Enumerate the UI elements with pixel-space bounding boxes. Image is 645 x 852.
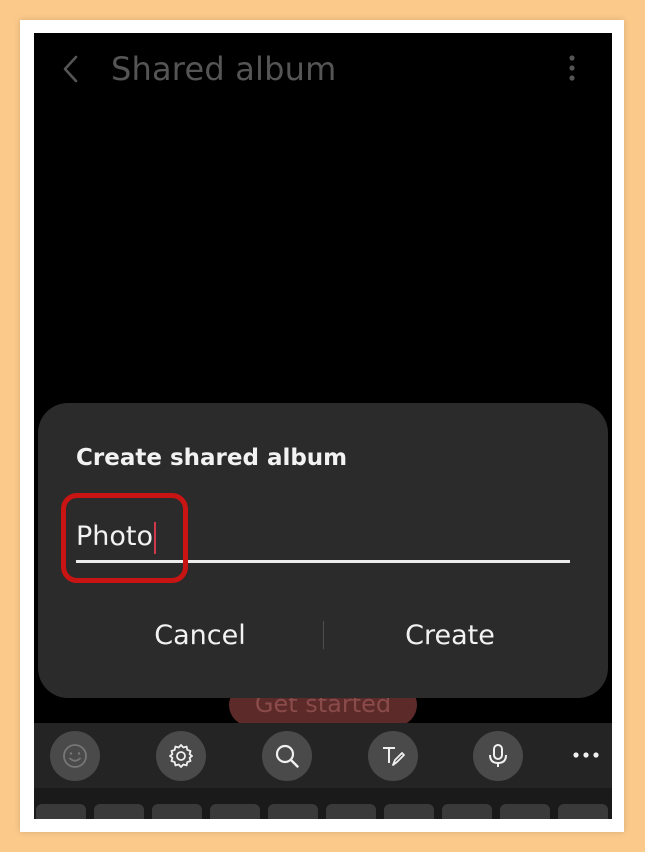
search-button[interactable] (262, 731, 312, 781)
create-shared-album-dialog: Create shared album Photo Cancel Create (38, 403, 608, 698)
keyboard-key[interactable] (94, 804, 144, 819)
settings-icon (169, 744, 193, 768)
create-button[interactable]: Create (350, 611, 550, 661)
keyboard-key[interactable] (210, 804, 260, 819)
more-horizontal-icon (573, 752, 599, 758)
back-button[interactable] (56, 53, 88, 85)
cancel-button[interactable]: Cancel (100, 611, 300, 661)
keyboard-key[interactable] (500, 804, 550, 819)
settings-button[interactable] (156, 731, 206, 781)
keyboard-key[interactable] (152, 804, 202, 819)
handwriting-button[interactable] (368, 731, 418, 781)
annotation-highlight (61, 493, 188, 583)
keyboard-key[interactable] (384, 804, 434, 819)
keyboard-key[interactable] (268, 804, 318, 819)
handwriting-icon (383, 747, 405, 766)
keyboard-key[interactable] (326, 804, 376, 819)
keyboard-key[interactable] (558, 804, 608, 819)
voice-input-button[interactable] (473, 731, 523, 781)
keyboard-keys-row (34, 788, 612, 819)
keyboard-toolbar (34, 723, 612, 788)
top-app-bar: Shared album (34, 33, 612, 105)
phone-screen: Shared album Get started Create shared a… (34, 33, 612, 819)
search-icon (275, 744, 299, 768)
more-vertical-icon (569, 55, 575, 81)
more-keyboard-options-button[interactable] (571, 747, 601, 763)
more-options-button[interactable] (562, 53, 582, 83)
microphone-icon (489, 744, 507, 767)
keyboard-key[interactable] (442, 804, 492, 819)
emoji-button[interactable] (50, 731, 100, 781)
page-title: Shared album (111, 50, 337, 88)
keyboard-key[interactable] (36, 804, 86, 819)
button-divider (323, 621, 324, 649)
dialog-title: Create shared album (76, 445, 348, 471)
emoji-icon (63, 744, 87, 768)
chevron-left-icon (63, 55, 78, 83)
